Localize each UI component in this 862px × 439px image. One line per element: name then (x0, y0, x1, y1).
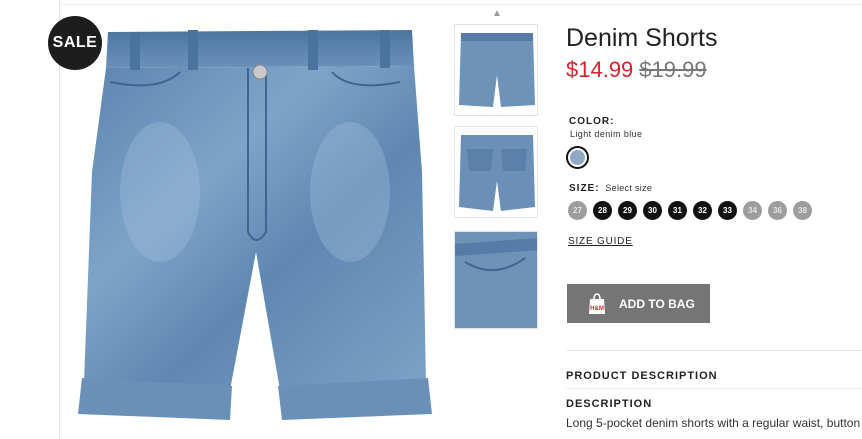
thumbnail-detail-image (455, 232, 537, 328)
color-swatch-light-denim-blue[interactable] (566, 146, 589, 169)
thumbnail-back[interactable] (454, 126, 538, 218)
size-options: 27 28 29 30 31 32 33 34 36 38 (568, 201, 812, 220)
size-option-27: 27 (568, 201, 587, 220)
size-option-33[interactable]: 33 (718, 201, 737, 220)
size-guide-link[interactable]: SIZE GUIDE (568, 236, 633, 247)
sale-price: $14.99 (566, 57, 634, 82)
product-description-heading[interactable]: PRODUCT DESCRIPTION (566, 370, 718, 382)
size-option-36: 36 (768, 201, 787, 220)
product-title: Denim Shorts (566, 24, 718, 52)
description-text: Long 5-pocket denim shorts with a regula… (566, 416, 862, 430)
shopping-bag-icon: H&M (589, 292, 605, 314)
original-price: $19.99 (639, 57, 707, 82)
thumbnail-front[interactable] (454, 24, 538, 116)
color-label: COLOR: (569, 116, 615, 127)
price-row: $14.99 $19.99 (566, 57, 707, 83)
description-heading: DESCRIPTION (566, 398, 653, 410)
sale-badge: SALE (48, 16, 102, 70)
add-to-bag-label: ADD TO BAG (619, 296, 695, 311)
swatch-fill (570, 150, 585, 165)
size-label-text: SIZE: (569, 183, 600, 194)
size-option-31[interactable]: 31 (668, 201, 687, 220)
main-product-image[interactable] (70, 22, 440, 432)
size-hint: Select size (605, 183, 653, 193)
add-to-bag-button[interactable]: H&M ADD TO BAG (567, 284, 710, 323)
page-frame-top (59, 4, 862, 5)
divider (566, 388, 862, 389)
size-option-28[interactable]: 28 (593, 201, 612, 220)
thumbnail-back-image (459, 135, 535, 211)
size-option-32[interactable]: 32 (693, 201, 712, 220)
divider (566, 350, 862, 351)
thumbnail-detail[interactable] (454, 231, 538, 329)
bag-logo: H&M (590, 306, 604, 312)
color-value: Light denim blue (570, 129, 643, 139)
size-option-34: 34 (743, 201, 762, 220)
thumbnail-front-image (459, 33, 535, 107)
denim-shorts-image (78, 30, 432, 420)
chevron-up-icon[interactable]: ▲ (490, 9, 504, 19)
size-option-30[interactable]: 30 (643, 201, 662, 220)
size-option-38: 38 (793, 201, 812, 220)
size-label: SIZE: Select size (569, 183, 652, 194)
size-option-29[interactable]: 29 (618, 201, 637, 220)
